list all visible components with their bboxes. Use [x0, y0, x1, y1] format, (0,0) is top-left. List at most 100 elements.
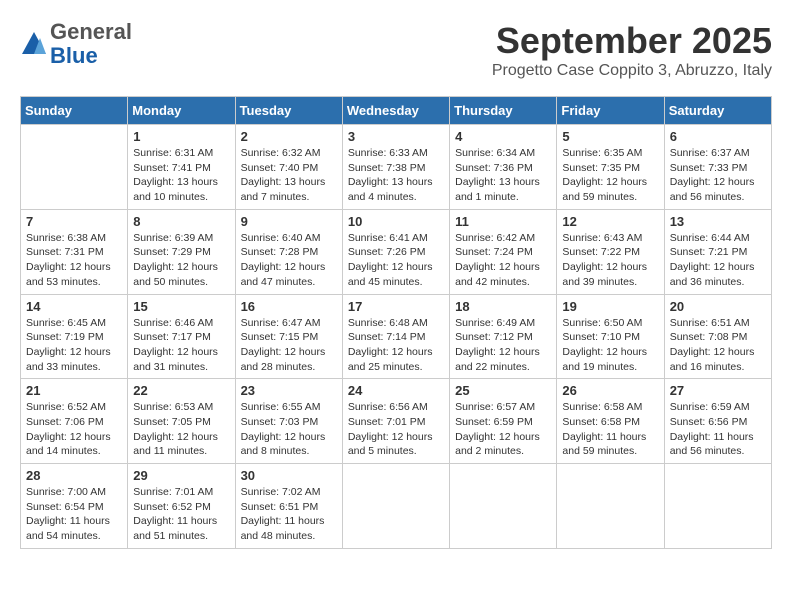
logo-text: General Blue — [50, 20, 132, 68]
table-row: 29 Sunrise: 7:01 AMSunset: 6:52 PMDaylig… — [128, 464, 235, 549]
calendar-week-row: 7 Sunrise: 6:38 AMSunset: 7:31 PMDayligh… — [21, 209, 772, 294]
table-row: 18 Sunrise: 6:49 AMSunset: 7:12 PMDaylig… — [450, 294, 557, 379]
day-info: Sunrise: 6:51 AMSunset: 7:08 PMDaylight:… — [670, 316, 766, 375]
calendar-header-row: Sunday Monday Tuesday Wednesday Thursday… — [21, 97, 772, 125]
day-info: Sunrise: 6:33 AMSunset: 7:38 PMDaylight:… — [348, 146, 444, 205]
day-info: Sunrise: 7:00 AMSunset: 6:54 PMDaylight:… — [26, 485, 122, 544]
day-number: 5 — [562, 129, 658, 144]
day-number: 6 — [670, 129, 766, 144]
day-number: 24 — [348, 383, 444, 398]
day-info: Sunrise: 6:57 AMSunset: 6:59 PMDaylight:… — [455, 400, 551, 459]
table-row: 28 Sunrise: 7:00 AMSunset: 6:54 PMDaylig… — [21, 464, 128, 549]
day-info: Sunrise: 6:48 AMSunset: 7:14 PMDaylight:… — [348, 316, 444, 375]
day-info: Sunrise: 6:44 AMSunset: 7:21 PMDaylight:… — [670, 231, 766, 290]
col-monday: Monday — [128, 97, 235, 125]
day-info: Sunrise: 6:55 AMSunset: 7:03 PMDaylight:… — [241, 400, 337, 459]
day-info: Sunrise: 6:43 AMSunset: 7:22 PMDaylight:… — [562, 231, 658, 290]
day-info: Sunrise: 6:56 AMSunset: 7:01 PMDaylight:… — [348, 400, 444, 459]
table-row: 6 Sunrise: 6:37 AMSunset: 7:33 PMDayligh… — [664, 125, 771, 210]
table-row: 2 Sunrise: 6:32 AMSunset: 7:40 PMDayligh… — [235, 125, 342, 210]
table-row: 17 Sunrise: 6:48 AMSunset: 7:14 PMDaylig… — [342, 294, 449, 379]
month-title: September 2025 — [492, 20, 772, 62]
col-tuesday: Tuesday — [235, 97, 342, 125]
table-row: 4 Sunrise: 6:34 AMSunset: 7:36 PMDayligh… — [450, 125, 557, 210]
calendar-table: Sunday Monday Tuesday Wednesday Thursday… — [20, 96, 772, 549]
day-number: 22 — [133, 383, 229, 398]
day-number: 2 — [241, 129, 337, 144]
logo-general: General — [50, 19, 132, 44]
table-row — [342, 464, 449, 549]
table-row: 1 Sunrise: 6:31 AMSunset: 7:41 PMDayligh… — [128, 125, 235, 210]
table-row: 13 Sunrise: 6:44 AMSunset: 7:21 PMDaylig… — [664, 209, 771, 294]
day-number: 30 — [241, 468, 337, 483]
table-row: 21 Sunrise: 6:52 AMSunset: 7:06 PMDaylig… — [21, 379, 128, 464]
table-row — [450, 464, 557, 549]
day-number: 12 — [562, 214, 658, 229]
table-row: 9 Sunrise: 6:40 AMSunset: 7:28 PMDayligh… — [235, 209, 342, 294]
day-number: 8 — [133, 214, 229, 229]
table-row: 19 Sunrise: 6:50 AMSunset: 7:10 PMDaylig… — [557, 294, 664, 379]
table-row: 12 Sunrise: 6:43 AMSunset: 7:22 PMDaylig… — [557, 209, 664, 294]
logo-blue: Blue — [50, 43, 98, 68]
day-number: 17 — [348, 299, 444, 314]
col-sunday: Sunday — [21, 97, 128, 125]
day-number: 26 — [562, 383, 658, 398]
day-number: 20 — [670, 299, 766, 314]
day-number: 1 — [133, 129, 229, 144]
table-row — [21, 125, 128, 210]
day-info: Sunrise: 6:38 AMSunset: 7:31 PMDaylight:… — [26, 231, 122, 290]
day-info: Sunrise: 6:31 AMSunset: 7:41 PMDaylight:… — [133, 146, 229, 205]
table-row — [664, 464, 771, 549]
day-info: Sunrise: 6:47 AMSunset: 7:15 PMDaylight:… — [241, 316, 337, 375]
day-info: Sunrise: 6:32 AMSunset: 7:40 PMDaylight:… — [241, 146, 337, 205]
col-saturday: Saturday — [664, 97, 771, 125]
col-friday: Friday — [557, 97, 664, 125]
calendar-week-row: 21 Sunrise: 6:52 AMSunset: 7:06 PMDaylig… — [21, 379, 772, 464]
table-row: 24 Sunrise: 6:56 AMSunset: 7:01 PMDaylig… — [342, 379, 449, 464]
table-row: 3 Sunrise: 6:33 AMSunset: 7:38 PMDayligh… — [342, 125, 449, 210]
day-number: 10 — [348, 214, 444, 229]
table-row: 15 Sunrise: 6:46 AMSunset: 7:17 PMDaylig… — [128, 294, 235, 379]
day-number: 14 — [26, 299, 122, 314]
day-number: 7 — [26, 214, 122, 229]
day-number: 21 — [26, 383, 122, 398]
table-row: 30 Sunrise: 7:02 AMSunset: 6:51 PMDaylig… — [235, 464, 342, 549]
location: Progetto Case Coppito 3, Abruzzo, Italy — [492, 62, 772, 80]
calendar-week-row: 1 Sunrise: 6:31 AMSunset: 7:41 PMDayligh… — [21, 125, 772, 210]
day-number: 16 — [241, 299, 337, 314]
day-info: Sunrise: 6:41 AMSunset: 7:26 PMDaylight:… — [348, 231, 444, 290]
day-number: 29 — [133, 468, 229, 483]
table-row: 7 Sunrise: 6:38 AMSunset: 7:31 PMDayligh… — [21, 209, 128, 294]
day-info: Sunrise: 6:34 AMSunset: 7:36 PMDaylight:… — [455, 146, 551, 205]
day-number: 3 — [348, 129, 444, 144]
day-info: Sunrise: 6:50 AMSunset: 7:10 PMDaylight:… — [562, 316, 658, 375]
day-info: Sunrise: 6:35 AMSunset: 7:35 PMDaylight:… — [562, 146, 658, 205]
col-thursday: Thursday — [450, 97, 557, 125]
logo: General Blue — [20, 20, 132, 68]
day-info: Sunrise: 6:39 AMSunset: 7:29 PMDaylight:… — [133, 231, 229, 290]
page-header: General Blue September 2025 Progetto Cas… — [20, 20, 772, 80]
table-row: 11 Sunrise: 6:42 AMSunset: 7:24 PMDaylig… — [450, 209, 557, 294]
table-row: 5 Sunrise: 6:35 AMSunset: 7:35 PMDayligh… — [557, 125, 664, 210]
title-block: September 2025 Progetto Case Coppito 3, … — [492, 20, 772, 80]
day-info: Sunrise: 6:49 AMSunset: 7:12 PMDaylight:… — [455, 316, 551, 375]
day-info: Sunrise: 6:46 AMSunset: 7:17 PMDaylight:… — [133, 316, 229, 375]
day-number: 19 — [562, 299, 658, 314]
calendar-week-row: 28 Sunrise: 7:00 AMSunset: 6:54 PMDaylig… — [21, 464, 772, 549]
day-info: Sunrise: 6:40 AMSunset: 7:28 PMDaylight:… — [241, 231, 337, 290]
day-number: 15 — [133, 299, 229, 314]
day-info: Sunrise: 6:53 AMSunset: 7:05 PMDaylight:… — [133, 400, 229, 459]
col-wednesday: Wednesday — [342, 97, 449, 125]
day-number: 11 — [455, 214, 551, 229]
day-number: 23 — [241, 383, 337, 398]
day-number: 28 — [26, 468, 122, 483]
table-row: 10 Sunrise: 6:41 AMSunset: 7:26 PMDaylig… — [342, 209, 449, 294]
day-number: 13 — [670, 214, 766, 229]
day-info: Sunrise: 6:58 AMSunset: 6:58 PMDaylight:… — [562, 400, 658, 459]
table-row: 22 Sunrise: 6:53 AMSunset: 7:05 PMDaylig… — [128, 379, 235, 464]
table-row: 8 Sunrise: 6:39 AMSunset: 7:29 PMDayligh… — [128, 209, 235, 294]
day-info: Sunrise: 7:02 AMSunset: 6:51 PMDaylight:… — [241, 485, 337, 544]
day-info: Sunrise: 6:42 AMSunset: 7:24 PMDaylight:… — [455, 231, 551, 290]
day-info: Sunrise: 6:59 AMSunset: 6:56 PMDaylight:… — [670, 400, 766, 459]
table-row: 26 Sunrise: 6:58 AMSunset: 6:58 PMDaylig… — [557, 379, 664, 464]
